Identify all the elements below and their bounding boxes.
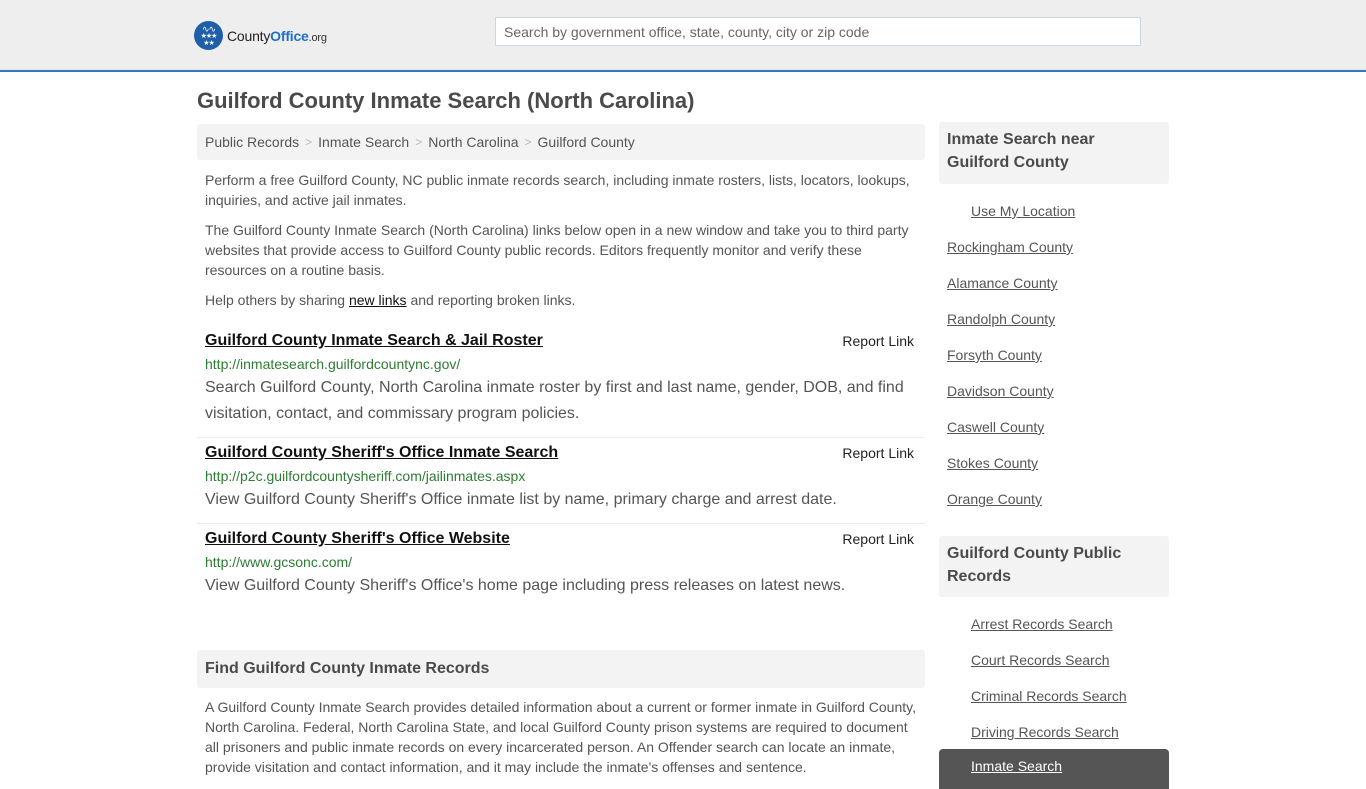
nearby-county-link[interactable]: Rockingham County xyxy=(947,237,1167,273)
breadcrumb-separator: > xyxy=(415,135,423,149)
resource-link-item: Guilford County Sheriff's Office Inmate … xyxy=(197,438,925,524)
nearby-county-link[interactable]: Caswell County xyxy=(947,417,1167,453)
resource-link-title[interactable]: Guilford County Sheriff's Office Inmate … xyxy=(205,442,558,464)
breadcrumb-separator: > xyxy=(305,135,313,149)
intro-paragraph-3: Help others by sharing new links and rep… xyxy=(205,292,576,308)
site-header: ∿∿ ★★★ ★★ CountyOffice.org xyxy=(0,0,1366,72)
public-records-list: Arrest Records Search Court Records Sear… xyxy=(947,614,1167,758)
public-record-link-active[interactable]: Inmate Search xyxy=(939,749,1169,789)
resource-link-url: http://www.gcsonc.com/ xyxy=(205,554,353,570)
site-search-input[interactable] xyxy=(495,17,1141,46)
intro-paragraph-2: The Guilford County Inmate Search (North… xyxy=(205,222,909,278)
resource-link-description: Search Guilford County, North Carolina i… xyxy=(205,379,904,422)
find-records-body: A Guilford County Inmate Search provides… xyxy=(205,699,916,775)
logo-text: CountyOffice.org xyxy=(227,27,327,44)
resource-link-item: Guilford County Sheriff's Office Website… xyxy=(197,524,925,609)
resource-link-description: View Guilford County Sheriff's Office's … xyxy=(205,577,846,594)
nearby-county-link[interactable]: Forsyth County xyxy=(947,345,1167,381)
nearby-county-link[interactable]: Randolph County xyxy=(947,309,1167,345)
nearby-county-link[interactable]: Davidson County xyxy=(947,381,1167,417)
public-record-link[interactable]: Criminal Records Search xyxy=(947,686,1167,722)
resource-link-item: Guilford County Inmate Search & Jail Ros… xyxy=(197,326,925,438)
public-records-heading: Guilford County Public Records xyxy=(939,536,1169,597)
page-title: Guilford County Inmate Search (North Car… xyxy=(197,88,695,113)
nearby-county-link[interactable]: Orange County xyxy=(947,489,1167,525)
resource-link-description: View Guilford County Sheriff's Office in… xyxy=(205,491,837,508)
breadcrumb-north-carolina[interactable]: North Carolina xyxy=(428,134,518,150)
public-record-link[interactable]: Arrest Records Search xyxy=(947,614,1167,650)
use-my-location-link[interactable]: Use My Location xyxy=(947,201,1167,237)
breadcrumb: Public Records > Inmate Search > North C… xyxy=(197,124,925,160)
report-link-button[interactable]: Report Link xyxy=(842,531,914,547)
new-links-link[interactable]: new links xyxy=(349,292,407,308)
nearby-heading: Inmate Search near Guilford County xyxy=(939,122,1169,184)
report-link-button[interactable]: Report Link xyxy=(842,333,914,349)
breadcrumb-public-records[interactable]: Public Records xyxy=(205,134,299,150)
breadcrumb-inmate-search[interactable]: Inmate Search xyxy=(318,134,409,150)
nearby-county-link[interactable]: Stokes County xyxy=(947,453,1167,489)
intro-text: Perform a free Guilford County, NC publi… xyxy=(205,170,920,320)
nearby-county-link[interactable]: Alamance County xyxy=(947,273,1167,309)
breadcrumb-guilford-county[interactable]: Guilford County xyxy=(538,134,635,150)
site-logo[interactable]: ∿∿ ★★★ ★★ CountyOffice.org xyxy=(194,21,327,50)
breadcrumb-separator: > xyxy=(524,135,532,149)
resource-links-list: Guilford County Inmate Search & Jail Ros… xyxy=(197,326,925,609)
find-records-heading: Find Guilford County Inmate Records xyxy=(197,650,925,688)
nearby-county-list: Use My Location Rockingham County Alaman… xyxy=(947,201,1167,525)
resource-link-title[interactable]: Guilford County Inmate Search & Jail Ros… xyxy=(205,330,543,352)
eagle-badge-icon: ∿∿ ★★★ ★★ xyxy=(194,21,223,50)
public-record-link[interactable]: Court Records Search xyxy=(947,650,1167,686)
intro-paragraph-1: Perform a free Guilford County, NC publi… xyxy=(205,172,910,208)
resource-link-title[interactable]: Guilford County Sheriff's Office Website xyxy=(205,528,510,550)
report-link-button[interactable]: Report Link xyxy=(842,445,914,461)
resource-link-url: http://p2c.guilfordcountysheriff.com/jai… xyxy=(205,468,526,484)
resource-link-url: http://inmatesearch.guilfordcountync.gov… xyxy=(205,356,461,372)
